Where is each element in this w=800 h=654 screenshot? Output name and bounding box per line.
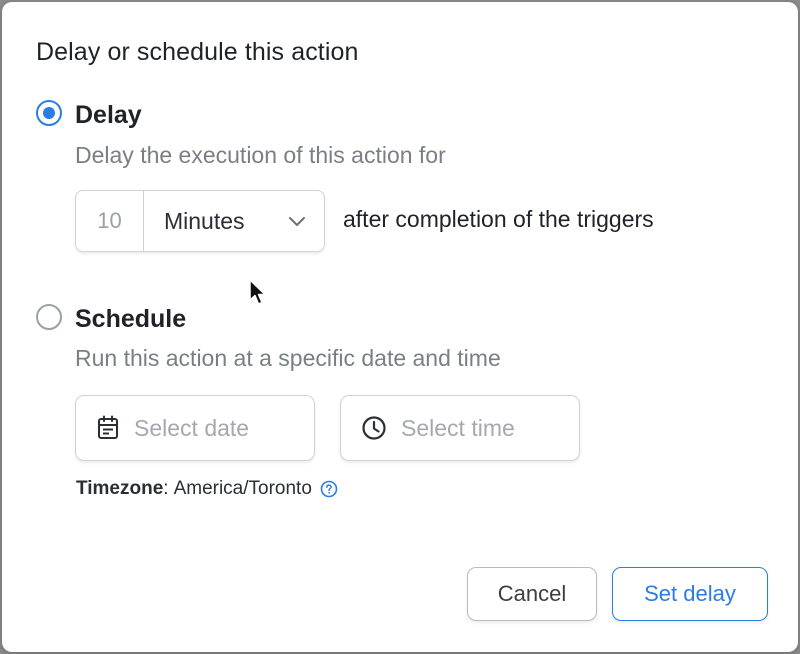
time-placeholder: Select time (401, 414, 515, 441)
timezone-separator: : (163, 478, 169, 499)
cancel-button[interactable]: Cancel (467, 567, 597, 621)
delay-radio[interactable] (36, 100, 62, 126)
schedule-description: Run this action at a specific date and t… (75, 345, 501, 371)
set-delay-button[interactable]: Set delay (612, 567, 768, 621)
delay-suffix-text: after completion of the triggers (343, 206, 654, 232)
date-placeholder: Select date (134, 414, 250, 441)
timezone-value: America/Toronto (173, 478, 312, 499)
timezone-label: Timezone (76, 478, 164, 499)
delay-input-group: 10 Minutes (75, 190, 325, 252)
delay-schedule-dialog: Delay or schedule this action Delay Dela… (2, 2, 798, 652)
clock-icon (362, 416, 386, 440)
mouse-cursor-icon (249, 279, 266, 305)
help-circle-icon[interactable] (320, 480, 338, 498)
date-picker[interactable]: Select date (75, 395, 315, 461)
chevron-down-icon (289, 217, 305, 226)
schedule-label[interactable]: Schedule (75, 305, 186, 334)
calendar-icon (98, 415, 118, 439)
timezone-info: Timezone : America/Toronto (76, 478, 338, 500)
delay-label[interactable]: Delay (75, 101, 142, 130)
dialog-title: Delay or schedule this action (36, 38, 359, 66)
schedule-radio[interactable] (36, 304, 62, 330)
time-picker[interactable]: Select time (340, 395, 580, 461)
delay-amount-input[interactable]: 10 (76, 191, 144, 251)
delay-description: Delay the execution of this action for (75, 142, 446, 168)
delay-unit-value: Minutes (164, 207, 245, 234)
delay-unit-select[interactable]: Minutes (144, 191, 324, 251)
